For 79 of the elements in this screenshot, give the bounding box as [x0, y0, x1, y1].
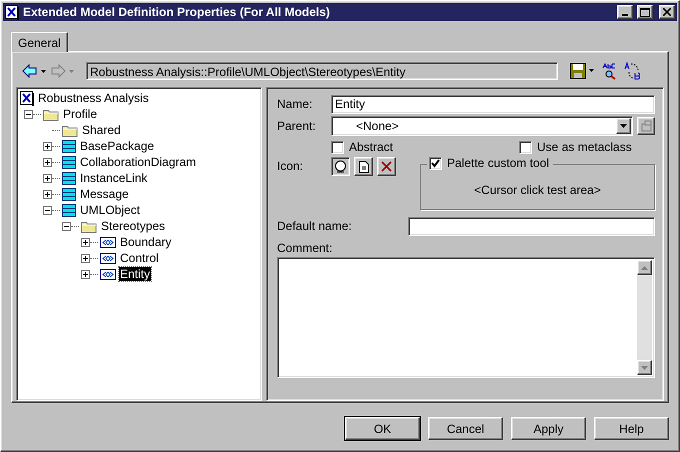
tree-item[interactable]: InstanceLink [79, 171, 148, 185]
field-label: Parent: [277, 119, 317, 133]
dropdown-arrow-icon [620, 124, 627, 128]
package-icon [62, 140, 76, 152]
expand-toggle[interactable] [43, 174, 52, 182]
scroll-down-icon [641, 366, 648, 370]
spell-check-icon[interactable] [602, 62, 618, 80]
metaclass-checkbox[interactable] [519, 140, 532, 154]
expand-toggle[interactable] [81, 254, 90, 262]
package-icon [62, 172, 76, 184]
stereotype-icon [100, 252, 116, 264]
maximize-button[interactable] [637, 5, 653, 19]
collapse-toggle[interactable] [24, 110, 33, 118]
checkbox-label: Use as metaclass [537, 140, 632, 154]
stereotype-icon [100, 268, 116, 280]
default-name-field[interactable] [408, 216, 655, 236]
checkbox-label: Palette custom tool [447, 156, 550, 170]
parent-dropdown[interactable]: <None> [331, 116, 633, 136]
package-icon [62, 156, 76, 168]
dialog-button[interactable]: OK [345, 417, 420, 440]
folder-icon [81, 220, 97, 232]
expand-toggle[interactable] [43, 142, 52, 150]
expand-toggle[interactable] [81, 270, 90, 278]
package-icon [62, 204, 76, 216]
delete-icon-button[interactable] [377, 157, 396, 176]
minimize-button[interactable] [617, 5, 633, 19]
tree-item[interactable]: Control [119, 251, 160, 265]
properties-button[interactable] [637, 117, 655, 135]
tab[interactable]: General [11, 32, 68, 52]
abstract-checkbox[interactable] [331, 140, 344, 154]
delete-icon [381, 161, 392, 172]
window-icon [640, 120, 652, 132]
name-field[interactable]: Entity [331, 94, 655, 114]
folder-icon [62, 124, 78, 136]
tree-item[interactable]: Shared [81, 123, 122, 137]
package-icon [62, 188, 76, 200]
save-icon[interactable] [570, 63, 596, 79]
close-button[interactable] [659, 5, 675, 19]
circle-icon-button[interactable] [331, 157, 350, 176]
field-label: Comment: [277, 241, 334, 255]
expand-toggle[interactable] [43, 190, 52, 198]
collapse-toggle[interactable] [43, 206, 52, 214]
expand-toggle[interactable] [81, 238, 90, 246]
circle-icon [334, 160, 347, 173]
scrollbar[interactable] [637, 260, 652, 375]
field-label: Default name: [277, 219, 353, 233]
tree-item[interactable]: Message [79, 187, 130, 201]
collapse-toggle[interactable] [62, 222, 71, 230]
dialog-button[interactable]: Help [594, 417, 669, 440]
tree-item[interactable]: Robustness Analysis [37, 91, 150, 105]
test-area-text: <Cursor click test area> [474, 183, 601, 197]
window-title: Extended Model Definition Properties (For All Models) [23, 5, 331, 19]
tree-item[interactable]: CollaborationDiagram [79, 155, 198, 169]
document-icon [358, 160, 368, 172]
scroll-up-icon [641, 266, 648, 270]
app-icon [5, 4, 19, 20]
tree-item[interactable]: BasePackage [79, 139, 156, 153]
path-field: Robustness Analysis::Profile\UMLObject\Stereotypes\Entity [86, 62, 558, 80]
model-icon [20, 90, 34, 106]
field-label: Name: [277, 97, 314, 111]
expand-toggle[interactable] [43, 158, 52, 166]
tree-item[interactable]: Stereotypes [100, 219, 166, 233]
dialog-button[interactable]: Apply [511, 417, 586, 440]
dialog-button[interactable]: Cancel [428, 417, 503, 440]
replace-icon[interactable] [624, 62, 642, 80]
tree-item[interactable]: Entity [119, 267, 152, 281]
field-label: Icon: [277, 158, 304, 175]
document-icon-button[interactable] [354, 157, 373, 176]
folder-icon [43, 108, 59, 120]
tree-item[interactable]: Profile [62, 107, 98, 121]
comment-field[interactable] [277, 257, 655, 378]
close-icon [663, 8, 671, 16]
tree-item[interactable]: UMLObject [79, 203, 142, 217]
checkbox-label: Abstract [349, 140, 394, 154]
back-arrow-icon[interactable] [22, 64, 48, 78]
maximize-icon [640, 8, 650, 16]
tree-item[interactable]: Boundary [119, 235, 172, 249]
palette-checkbox[interactable] [429, 156, 442, 170]
stereotype-icon [100, 236, 116, 248]
